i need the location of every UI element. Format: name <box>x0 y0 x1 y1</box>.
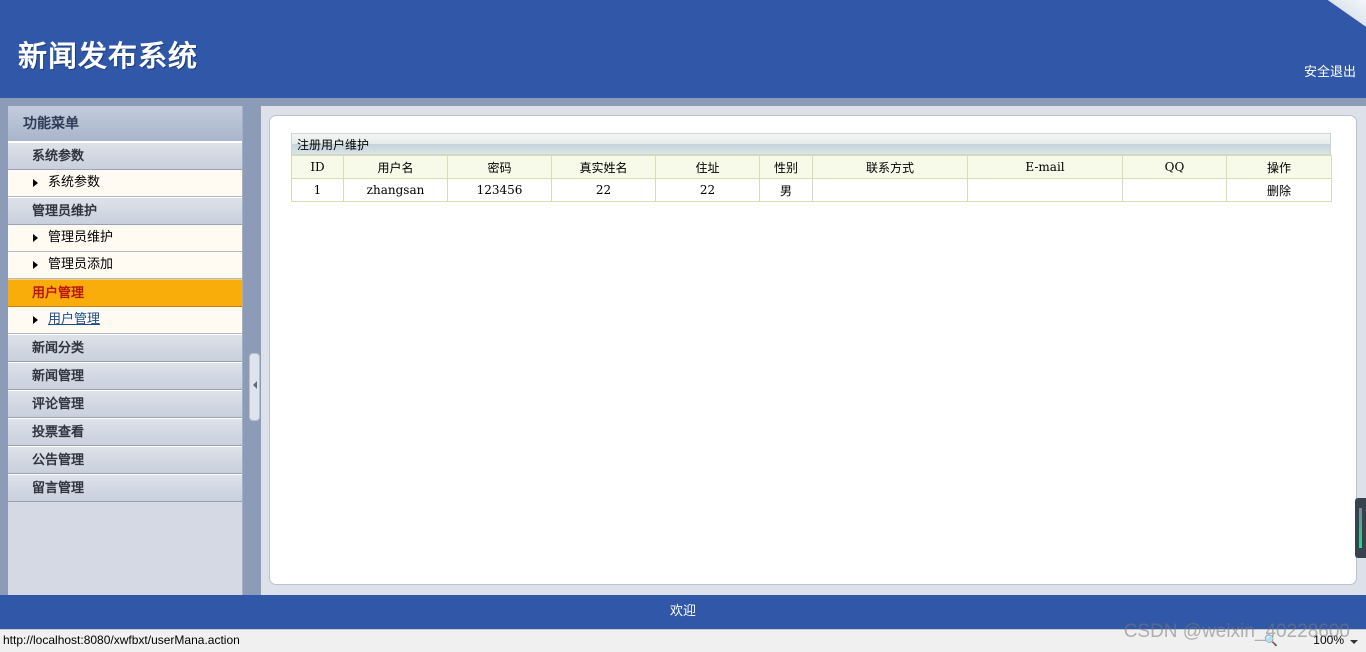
cell-id: 1 <box>291 178 344 202</box>
cell-gender: 男 <box>759 178 813 202</box>
content-panel: 注册用户维护 ID 用户名 密码 真实姓名 住址 性别 联系方式 E-mail … <box>269 115 1357 585</box>
triangle-right-icon <box>33 316 38 324</box>
logout-link[interactable]: 安全退出 <box>1304 61 1356 80</box>
sidebar-title: 功能菜单 <box>8 106 242 142</box>
sidebar-item-label: 管理员添加 <box>48 257 114 272</box>
column-header-password: 密码 <box>447 155 552 179</box>
sidebar-item-admin-add[interactable]: 管理员添加 <box>8 252 242 279</box>
header-corner-decoration <box>1320 0 1366 34</box>
column-header-username: 用户名 <box>343 155 448 179</box>
sidebar-item-label: 系统参数 <box>48 175 101 190</box>
sidebar-item-admin-maintain[interactable]: 管理员维护 <box>8 225 242 252</box>
cell-qq <box>1122 178 1227 202</box>
sidebar-category-user-management[interactable]: 用户管理 <box>8 279 242 307</box>
sidebar-category-admin[interactable]: 管理员维护 <box>8 197 242 225</box>
widget-level-bar <box>1359 508 1362 548</box>
cell-password: 123456 <box>447 178 552 202</box>
column-header-gender: 性别 <box>759 155 813 179</box>
column-header-realname: 真实姓名 <box>551 155 656 179</box>
sidebar-category-comment-management[interactable]: 评论管理 <box>8 390 242 418</box>
delete-button[interactable]: 删除 <box>1226 178 1332 202</box>
status-url: http://localhost:8080/xwfbxt/userMana.ac… <box>3 633 240 647</box>
sidebar-menu: 功能菜单 系统参数 系统参数 管理员维护 管理员维护 管理员添加 用户管理 用户… <box>8 106 243 595</box>
cell-address: 22 <box>655 178 760 202</box>
column-header-id: ID <box>291 155 344 179</box>
table-caption: 注册用户维护 <box>291 133 1331 155</box>
main-frame: 注册用户维护 ID 用户名 密码 真实姓名 住址 性别 联系方式 E-mail … <box>261 106 1366 595</box>
sidebar-category-system-params[interactable]: 系统参数 <box>8 142 242 170</box>
app-header: 新闻发布系统 安全退出 <box>0 0 1366 98</box>
side-widget-handle[interactable] <box>1355 498 1366 558</box>
sidebar-category-news-category[interactable]: 新闻分类 <box>8 334 242 362</box>
sidebar-category-news-management[interactable]: 新闻管理 <box>8 362 242 390</box>
triangle-right-icon <box>33 261 38 269</box>
chevron-down-icon[interactable] <box>1350 640 1358 644</box>
cell-email <box>967 178 1123 202</box>
column-header-address: 住址 <box>655 155 760 179</box>
sidebar-collapse-handle[interactable] <box>249 353 260 421</box>
column-header-contact: 联系方式 <box>812 155 968 179</box>
column-header-qq: QQ <box>1122 155 1227 179</box>
watermark: CSDN @weixin_40228600 <box>1123 621 1350 642</box>
column-header-email: E-mail <box>967 155 1123 179</box>
column-header-action: 操作 <box>1226 155 1332 179</box>
cell-contact <box>812 178 968 202</box>
table-row: 1 zhangsan 123456 22 22 男 删除 <box>291 178 1332 202</box>
cell-realname: 22 <box>551 178 656 202</box>
app-title: 新闻发布系统 <box>18 39 199 73</box>
user-table: ID 用户名 密码 真实姓名 住址 性别 联系方式 E-mail QQ 操作 1… <box>291 155 1332 202</box>
sidebar-item-label: 用户管理 <box>48 312 101 327</box>
triangle-right-icon <box>33 179 38 187</box>
triangle-left-icon <box>253 381 257 389</box>
sidebar-item-user-management[interactable]: 用户管理 <box>8 307 242 334</box>
triangle-right-icon <box>33 234 38 242</box>
sidebar-item-system-params[interactable]: 系统参数 <box>8 170 242 197</box>
sidebar-category-vote-view[interactable]: 投票查看 <box>8 418 242 446</box>
sidebar-item-label: 管理员维护 <box>48 230 114 245</box>
cell-username: zhangsan <box>343 178 448 202</box>
table-header-row: ID 用户名 密码 真实姓名 住址 性别 联系方式 E-mail QQ 操作 <box>291 155 1332 179</box>
footer-welcome-text: 欢迎 <box>669 604 696 619</box>
sidebar-category-message-management[interactable]: 留言管理 <box>8 474 242 502</box>
sidebar-category-notice-management[interactable]: 公告管理 <box>8 446 242 474</box>
